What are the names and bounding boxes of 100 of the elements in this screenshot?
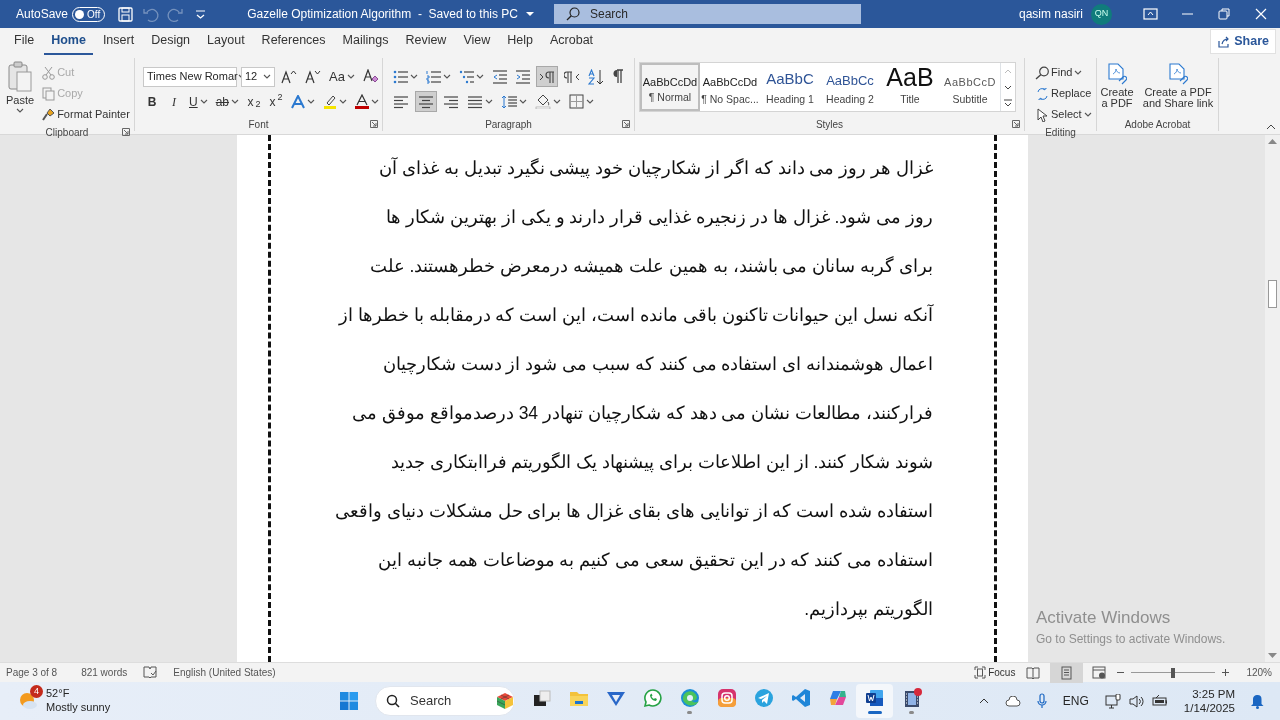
speaker-icon[interactable]: [1128, 694, 1144, 708]
bullets-icon: [393, 69, 408, 84]
search-icon: [1035, 65, 1049, 80]
style-option[interactable]: AaBbCcDd ¶ No Spac...: [700, 63, 760, 111]
network-icon[interactable]: [1104, 693, 1121, 709]
proofing-icon[interactable]: [143, 666, 158, 679]
format-button[interactable]: I: [165, 91, 183, 112]
clipboard-icon: [7, 61, 34, 93]
search-icon: [386, 694, 400, 708]
dialog-launcher-icon[interactable]: [1012, 120, 1020, 128]
change-case-button[interactable]: Aa: [327, 66, 357, 87]
share-pdf-button[interactable]: Create a PDF and Share link: [1137, 62, 1219, 114]
menu-tab[interactable]: Insert: [95, 27, 142, 56]
menu-tab[interactable]: View: [456, 27, 498, 56]
format-button[interactable]: x$^{2}$: [267, 91, 286, 112]
search-input[interactable]: Search: [588, 4, 788, 24]
menu-tab[interactable]: Help: [500, 27, 540, 56]
caret-icon: [553, 99, 561, 104]
document-title[interactable]: Gazelle Optimization Algorithm - Saved to this PC: [247, 5, 534, 23]
cube-icon: [496, 692, 514, 710]
paste-button[interactable]: Paste: [4, 60, 37, 120]
avatar[interactable]: QN: [1091, 3, 1112, 25]
menu-tab[interactable]: Layout: [200, 27, 252, 56]
format-painter-button[interactable]: Format Painter: [40, 104, 132, 125]
search-field[interactable]: Search: [554, 4, 861, 24]
taskbar-search-field[interactable]: Search: [375, 686, 515, 716]
zoom-thumb[interactable]: [1171, 667, 1176, 678]
caret-icon: [1083, 112, 1092, 117]
menu-tab[interactable]: File: [7, 27, 42, 56]
page-count[interactable]: Page 3 of 8: [6, 665, 58, 680]
create-pdf-button[interactable]: Create a PDF: [1101, 62, 1133, 114]
group-label: Font: [248, 117, 269, 132]
dialog-launcher-icon[interactable]: [122, 128, 130, 136]
share-button[interactable]: Share: [1210, 29, 1276, 54]
decrease-indent-icon: [492, 69, 507, 84]
scroll-up-icon[interactable]: [1268, 138, 1277, 144]
format-button[interactable]: x$_{2}$: [245, 91, 264, 112]
increase-indent-icon: [515, 69, 530, 84]
menu-tab[interactable]: Review: [398, 27, 454, 56]
search-input[interactable]: Search: [408, 690, 488, 712]
font-size-field[interactable]: 12: [241, 66, 275, 87]
format-button[interactable]: B: [143, 91, 161, 112]
caret-icon: [526, 11, 534, 17]
style-option[interactable]: AaBbCcDd ¶ Normal: [640, 63, 700, 111]
save-icon[interactable]: [117, 5, 135, 23]
ribbon-display-icon[interactable]: [1143, 7, 1158, 21]
dialog-launcher-icon[interactable]: [370, 120, 378, 128]
style-option[interactable]: AaBbCc Heading 2: [820, 63, 880, 111]
chevron-up-icon[interactable]: [978, 698, 989, 704]
menu-tab[interactable]: Mailings: [335, 27, 396, 56]
zoom-level[interactable]: 120%: [1246, 665, 1272, 680]
word-count[interactable]: 821 words: [81, 665, 128, 680]
style-option[interactable]: AaBbC Heading 1: [760, 63, 820, 111]
focus-button[interactable]: Focus: [972, 662, 1018, 683]
cloud-icon[interactable]: [1004, 695, 1021, 707]
grow-font-icon: [281, 69, 297, 84]
left-to-right-icon: [539, 69, 555, 84]
battery-icon[interactable]: [1151, 695, 1168, 707]
scissors-icon: [42, 65, 56, 80]
sort-button[interactable]: [586, 66, 606, 87]
restore-icon[interactable]: [1217, 7, 1232, 21]
find-button[interactable]: Find: [1033, 62, 1094, 83]
format-button[interactable]: ab: [213, 91, 242, 112]
text-line: فرارکنند، مطالعات نشان می دهد که شکارچیان تنهادر 34 درصدمواقع موفق می: [351, 402, 933, 426]
menu-tab[interactable]: Acrobat: [543, 27, 601, 56]
caret-icon: [346, 74, 355, 79]
temperature[interactable]: 52°F: [46, 687, 111, 701]
zoom-in-icon[interactable]: [1221, 668, 1231, 677]
menu-tab[interactable]: References: [254, 27, 333, 56]
group-label: Clipboard: [45, 125, 89, 140]
print-view-icon: [1059, 665, 1075, 680]
group-label: Adobe Acrobat: [1124, 117, 1191, 132]
weather-condition[interactable]: Mostly sunny: [46, 701, 111, 715]
caret-icon: [519, 99, 527, 104]
replace-icon: [1035, 86, 1049, 101]
clear-formatting-icon: [362, 69, 379, 84]
select-button[interactable]: Select: [1033, 104, 1094, 125]
text-line: غزال هر روز می داند که اگر از شکارچیان خود پیشی نگیرد تبدیل به غذای آن: [378, 156, 933, 181]
collapse-ribbon-icon[interactable]: [1266, 124, 1276, 130]
clock-time[interactable]: 3:25 PM: [1192, 686, 1235, 701]
microphone-icon[interactable]: [1036, 693, 1047, 709]
align-center-button[interactable]: [415, 91, 437, 112]
activation-subtitle: Go to Settings to activate Windows.: [1036, 631, 1227, 648]
group-label: Editing: [1045, 125, 1076, 140]
scrollbar[interactable]: [1265, 135, 1280, 662]
menu-tab[interactable]: Design: [144, 27, 198, 56]
format-button[interactable]: U: [187, 91, 210, 112]
taskbar-app[interactable]: [856, 684, 893, 718]
replace-button[interactable]: Replace: [1033, 83, 1094, 104]
ltr-direction-button[interactable]: [536, 66, 558, 87]
scroll-thumb[interactable]: [1268, 280, 1277, 308]
clock-date[interactable]: 1/14/2025: [1183, 701, 1235, 716]
style-option[interactable]: AaB Title: [880, 63, 940, 111]
style-option[interactable]: AaBbCcD Subtitle: [940, 63, 1000, 111]
close-icon[interactable]: [1254, 7, 1269, 21]
bell-icon[interactable]: [1251, 693, 1264, 709]
language-status[interactable]: English (United States): [173, 665, 276, 680]
dialog-launcher-icon[interactable]: [622, 120, 630, 128]
pdf-document-icon: [1107, 63, 1127, 85]
input-language[interactable]: ENG: [1062, 692, 1089, 710]
